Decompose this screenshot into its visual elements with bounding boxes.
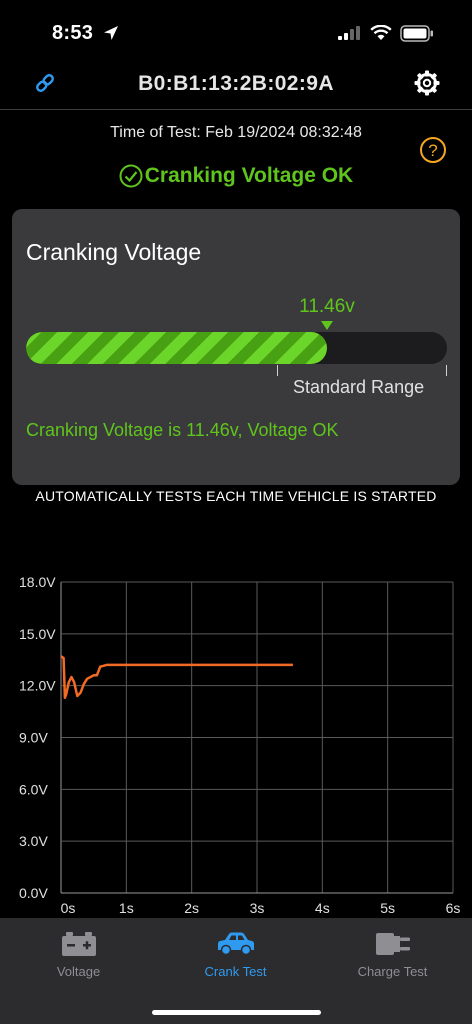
home-indicator — [152, 1010, 321, 1015]
status-time: 8:53 — [52, 22, 94, 44]
tab-voltage[interactable]: Voltage — [0, 918, 157, 988]
y-tick-label: 9.0V — [19, 730, 48, 746]
voltage-value-label: 11.46v — [299, 296, 355, 317]
tab-charge-test[interactable]: Charge Test — [314, 918, 471, 988]
cranking-voltage-card: Cranking Voltage 11.46v Standard Range C… — [12, 209, 460, 485]
auto-test-note: AUTOMATICALLY TESTS EACH TIME VEHICLE IS… — [35, 488, 437, 504]
x-tick-label: 2s — [184, 900, 199, 916]
cellular-signal-icon — [338, 26, 360, 40]
voltage-bar-fill — [26, 332, 327, 364]
y-tick-label: 18.0V — [19, 574, 56, 590]
wifi-icon — [370, 25, 392, 40]
tab-crank-test[interactable]: Crank Test — [157, 918, 314, 988]
time-of-test-value: Feb 19/2024 08:32:48 — [205, 124, 362, 141]
x-tick-label: 3s — [250, 900, 265, 916]
device-id-title: B0:B1:13:2B:02:9A — [138, 72, 334, 95]
y-tick-label: 15.0V — [19, 626, 56, 642]
time-of-test-label: Time of Test: — [110, 124, 201, 141]
range-tick-end — [446, 365, 447, 376]
help-icon[interactable]: ? — [419, 136, 447, 164]
tab-charge-test-label: Charge Test — [357, 964, 428, 979]
tab-voltage-label: Voltage — [56, 964, 101, 979]
car-icon — [217, 932, 254, 956]
battery-icon — [400, 25, 433, 42]
x-tick-label: 5s — [380, 900, 395, 916]
check-circle-icon — [119, 164, 143, 188]
card-title: Cranking Voltage — [26, 239, 202, 265]
voltage-bar-track — [26, 332, 447, 364]
voltage-status-message: Cranking Voltage is 11.46v, Voltage OK — [26, 420, 339, 440]
result-status: Cranking Voltage OK — [0, 164, 472, 188]
battery-tab-icon — [61, 932, 96, 956]
x-tick-label: 0s — [61, 900, 76, 916]
status-bar: 8:53 — [0, 0, 472, 70]
y-tick-label: 0.0V — [19, 885, 48, 901]
svg-text:?: ? — [428, 141, 437, 160]
nav-bar: B0:B1:13:2B:02:9A — [0, 62, 472, 110]
gear-icon[interactable] — [413, 69, 441, 97]
tab-crank-test-label: Crank Test — [204, 964, 267, 979]
y-tick-label: 3.0V — [19, 833, 48, 849]
voltage-marker-icon — [321, 321, 333, 330]
y-tick-label: 6.0V — [19, 781, 48, 797]
location-arrow-icon — [104, 26, 118, 40]
plug-icon — [375, 933, 410, 955]
voltage-chart: 0s 1s 2s 3s 4s 5s 6s 18.0V 15.0V 12.0V 9.0V 6.0V 3.0… — [19, 574, 461, 916]
y-tick-label: 12.0V — [19, 678, 56, 694]
x-tick-label: 1s — [119, 900, 134, 916]
x-tick-label: 4s — [315, 900, 330, 916]
standard-range-label: Standard Range — [293, 377, 425, 397]
range-tick-start — [277, 365, 278, 376]
x-tick-label: 6s — [446, 900, 461, 916]
result-text: Cranking Voltage OK — [144, 164, 354, 187]
time-of-test: Time of Test: Feb 19/2024 08:32:48 — [0, 124, 472, 142]
tab-bar: Voltage Crank Test Charge Test — [0, 918, 472, 1024]
voltage-series-line — [60, 655, 293, 700]
